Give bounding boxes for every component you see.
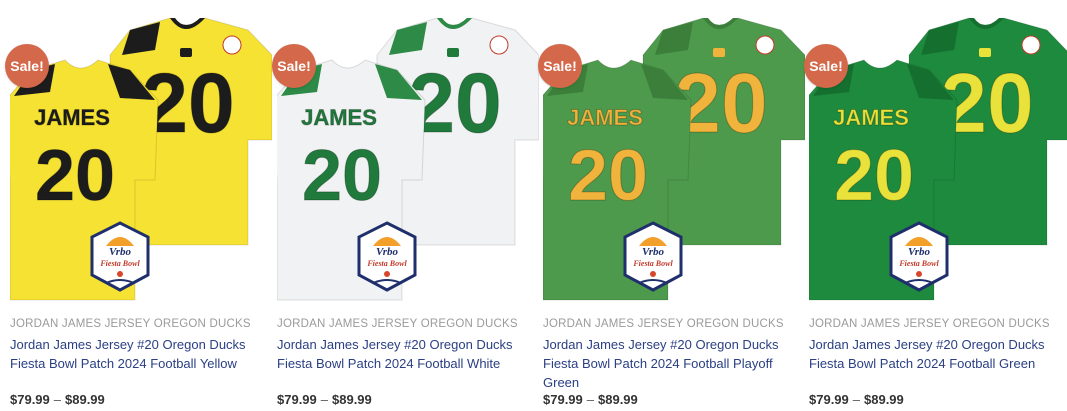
svg-text:Fiesta Bowl: Fiesta Bowl xyxy=(632,259,673,268)
product-category[interactable]: JORDAN JAMES JERSEY OREGON DUCKS xyxy=(10,318,272,330)
svg-text:JAMES: JAMES xyxy=(567,105,643,130)
product-image-link[interactable]: 20 JAMES 20 Vrbo Fiesta Bowl xyxy=(10,0,272,310)
fiesta-bowl-patch-icon: Vrbo Fiesta Bowl xyxy=(90,221,150,292)
svg-text:Fiesta Bowl: Fiesta Bowl xyxy=(99,259,140,268)
svg-text:20: 20 xyxy=(834,136,914,216)
product-card: 20 JAMES 20 Vrbo Fiesta Bowl Sale! JORDA… xyxy=(272,0,539,411)
sale-badge: Sale! xyxy=(5,44,49,88)
price-max: $89.99 xyxy=(332,392,372,407)
svg-text:20: 20 xyxy=(302,136,382,216)
fiesta-bowl-patch-icon: Vrbo Fiesta Bowl xyxy=(357,221,417,292)
product-price: $79.99– $89.99 xyxy=(10,392,272,407)
jersey-image: 20 JAMES 20 Vrbo Fiesta Bowl xyxy=(809,17,1067,301)
price-separator: – xyxy=(586,392,594,407)
sale-badge: Sale! xyxy=(272,44,316,88)
product-image-link[interactable]: 20 JAMES 20 Vrbo Fiesta Bowl xyxy=(809,0,1067,310)
product-title-link[interactable]: Jordan James Jersey #20 Oregon Ducks Fie… xyxy=(277,335,539,373)
product-card: 20 JAMES 20 Vrbo Fiesta Bowl Sale! JORDA… xyxy=(538,0,805,411)
jersey-image: 20 JAMES 20 Vrbo Fiesta Bowl xyxy=(543,17,805,301)
svg-text:20: 20 xyxy=(568,136,648,216)
svg-text:Vrbo: Vrbo xyxy=(642,246,665,258)
jersey-image: 20 JAMES 20 Vrbo Fiesta Bowl xyxy=(277,17,539,301)
svg-text:Fiesta Bowl: Fiesta Bowl xyxy=(366,259,407,268)
price-separator: – xyxy=(320,392,328,407)
price-min: $79.99 xyxy=(277,392,317,407)
product-card: 20 JAMES 20 Vrbo Fiesta Bowl Sale! JORDA… xyxy=(804,0,1067,411)
product-image-link[interactable]: 20 JAMES 20 Vrbo Fiesta Bowl xyxy=(543,0,805,310)
product-category[interactable]: JORDAN JAMES JERSEY OREGON DUCKS xyxy=(543,318,805,330)
svg-text:Vrbo: Vrbo xyxy=(376,246,399,258)
price-min: $79.99 xyxy=(10,392,50,407)
fiesta-bowl-patch-icon: Vrbo Fiesta Bowl xyxy=(889,221,949,292)
price-min: $79.99 xyxy=(809,392,849,407)
price-separator: – xyxy=(53,392,61,407)
product-card: 20 JAMES 20 Vrbo Fiesta Bowl Sale! JORDA… xyxy=(5,0,272,411)
product-title-link[interactable]: Jordan James Jersey #20 Oregon Ducks Fie… xyxy=(809,335,1067,373)
product-price: $79.99– $89.99 xyxy=(543,392,805,407)
svg-text:Vrbo: Vrbo xyxy=(908,246,931,258)
product-price: $79.99– $89.99 xyxy=(277,392,539,407)
price-max: $89.99 xyxy=(598,392,638,407)
product-title-link[interactable]: Jordan James Jersey #20 Oregon Ducks Fie… xyxy=(543,335,805,392)
svg-text:20: 20 xyxy=(35,136,115,216)
product-category[interactable]: JORDAN JAMES JERSEY OREGON DUCKS xyxy=(809,318,1067,330)
price-max: $89.99 xyxy=(65,392,105,407)
product-category[interactable]: JORDAN JAMES JERSEY OREGON DUCKS xyxy=(277,318,539,330)
jersey-image: 20 JAMES 20 Vrbo Fiesta Bowl xyxy=(10,17,272,301)
sale-badge: Sale! xyxy=(538,44,582,88)
product-title-link[interactable]: Jordan James Jersey #20 Oregon Ducks Fie… xyxy=(10,335,272,373)
fiesta-bowl-patch-icon: Vrbo Fiesta Bowl xyxy=(623,221,683,292)
svg-text:JAMES: JAMES xyxy=(833,105,909,130)
svg-text:Fiesta Bowl: Fiesta Bowl xyxy=(898,259,939,268)
price-min: $79.99 xyxy=(543,392,583,407)
sale-badge: Sale! xyxy=(804,44,848,88)
svg-text:JAMES: JAMES xyxy=(301,105,377,130)
product-grid: 20 JAMES 20 Vrbo Fiesta Bowl Sale! JORDA… xyxy=(0,0,1067,411)
product-price: $79.99– $89.99 xyxy=(809,392,1067,407)
svg-text:JAMES: JAMES xyxy=(34,105,110,130)
svg-text:Vrbo: Vrbo xyxy=(109,246,132,258)
price-max: $89.99 xyxy=(864,392,904,407)
product-image-link[interactable]: 20 JAMES 20 Vrbo Fiesta Bowl xyxy=(277,0,539,310)
price-separator: – xyxy=(852,392,860,407)
